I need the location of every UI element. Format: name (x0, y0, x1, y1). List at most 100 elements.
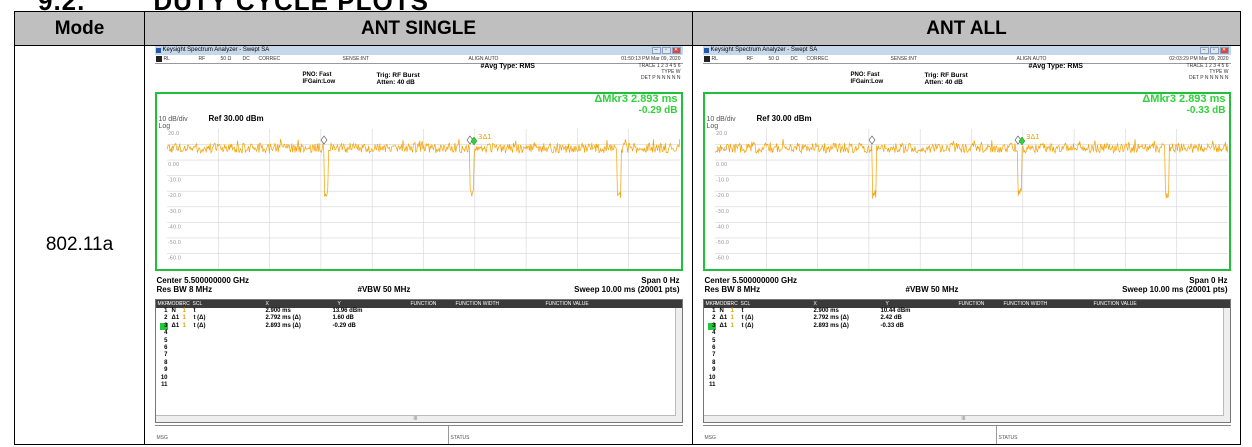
marker-number: 6 (164, 344, 168, 351)
table-row[interactable]: 7 (156, 352, 682, 359)
ifgain-label: IFGain:Low (302, 79, 336, 85)
spectrum-analyzer-ant-single: Keysight Spectrum Analyzer - Swept SA – ▫ ✕… (154, 46, 683, 444)
window-controls: – ▫ ✕ (651, 47, 681, 54)
trace-plot: 20.010.00.00-10.0-20.0-30.0-40.0-50.0-60… (714, 129, 1228, 269)
status-align: ALIGN AUTO (468, 56, 499, 62)
marker-x: 2.900 ms (813, 308, 839, 314)
status-row: RL RF 50 Ω DC CORREC SENSE:INT ALIGN AUTO 01:50… (154, 55, 683, 64)
table-row[interactable]: 8 (704, 360, 1230, 367)
marker-table-col-header: FUNCTION WIDTH (1003, 301, 1048, 307)
marker-trace: 1 (730, 308, 734, 314)
window-title: Keysight Spectrum Analyzer - Swept SA (162, 47, 270, 53)
table-row[interactable]: 2 Δ1 1 t (Δ) 2.792 ms (Δ) 2.42 dB (704, 315, 1230, 322)
table-row[interactable]: 3 Δ1 1 t (Δ) 2.893 ms (Δ) -0.33 dB (704, 322, 1230, 331)
table-row[interactable]: 4 (704, 330, 1230, 337)
marker-y: 10.44 dBm (880, 308, 911, 314)
mode-cell: 802.11a (14, 45, 145, 445)
table-row[interactable]: 7 (704, 352, 1230, 359)
marker-trace: 1 (730, 322, 734, 329)
pno-ifgain: PNO: Fast IFGain:Low (303, 72, 336, 86)
marker-table-header: MKR MODE TRC SCL X Y FUNCTION FUNCTION WIDTH FUN… (703, 300, 1230, 308)
header-ant-all: ANT ALL (692, 11, 1241, 46)
ant-all-cell: Keysight Spectrum Analyzer - Swept SA – ▫ ✕… (692, 45, 1241, 445)
marker-scale: t (Δ) (193, 322, 206, 329)
marker-table-col-header: Y (885, 301, 889, 307)
scale-label: 10 dB/div Log (707, 116, 736, 130)
msg-label: MSG (704, 435, 716, 441)
table-row[interactable]: 1 N 1 t 2.900 ms 13.96 dBm (156, 308, 682, 315)
marker-trace: 1 (182, 315, 186, 322)
sweep: Sweep 10.00 ms (20001 pts) (1122, 285, 1228, 294)
table-row[interactable]: 9 (156, 367, 682, 374)
close-icon[interactable]: ✕ (671, 47, 681, 54)
scale-label: 10 dB/div Log (159, 116, 188, 130)
table-row[interactable]: 5 (156, 338, 682, 345)
center-rbw: Center 5.500000000 GHz Res BW 8 MHz (705, 276, 798, 294)
table-row[interactable]: 3 Δ1 1 t (Δ) 2.893 ms (Δ) -0.29 dB (156, 322, 682, 331)
table-row[interactable]: 11 (704, 382, 1230, 389)
table-row[interactable]: 5 (704, 338, 1230, 345)
y-tick-label: 0.00 (716, 162, 727, 168)
table-row[interactable]: 10 (156, 375, 682, 382)
y-tick-label: -20.0 (168, 193, 181, 199)
marker-3-label: 3Δ1 (478, 133, 492, 141)
app-icon (155, 48, 161, 53)
span: Span 0 Hz (1189, 276, 1228, 285)
marker-1-diamond (320, 135, 327, 145)
marker-table-col-header: SCL (740, 301, 751, 307)
marker-number: 5 (712, 337, 716, 344)
marker-number: 8 (712, 359, 716, 366)
status-dc: DC (790, 56, 798, 62)
marker-number: 1 (164, 308, 168, 314)
table-row[interactable]: 8 (156, 360, 682, 367)
avg-type: #Avg Type: RMS (480, 63, 535, 70)
table-row[interactable]: 11 (156, 382, 682, 389)
restore-icon[interactable]: ▫ (1209, 47, 1219, 54)
msg-divider (995, 426, 997, 444)
table-row[interactable]: 6 (704, 345, 1230, 352)
marker-table-col-header: X (265, 301, 269, 307)
db-per-div: 10 dB/div (158, 116, 188, 123)
y-tick-label: 20.0 (716, 131, 727, 137)
table-row[interactable]: 9 (704, 367, 1230, 374)
table-row[interactable]: 1 N 1 t 2.900 ms 10.44 dBm (704, 308, 1230, 315)
restore-icon[interactable]: ▫ (661, 47, 671, 54)
marker-x: 2.792 ms (Δ) (265, 315, 301, 322)
status-rl: RL (163, 56, 170, 62)
marker-y: 1.60 dB (332, 315, 354, 322)
close-icon[interactable]: ✕ (1219, 47, 1229, 54)
marker-x: 2.893 ms (Δ) (265, 322, 301, 329)
vertical-scrollbar[interactable] (1222, 308, 1230, 422)
span: Span 0 Hz (641, 276, 680, 285)
marker-trace: 1 (182, 308, 186, 314)
ref-level: Ref 30.00 dBm (756, 114, 812, 123)
minimize-icon[interactable]: – (1199, 47, 1209, 54)
marker-number: 9 (712, 367, 716, 374)
y-tick-label: -20.0 (716, 193, 729, 199)
marker-x: 2.900 ms (265, 308, 291, 314)
table-row[interactable]: 4 (156, 330, 682, 337)
minimize-icon[interactable]: – (651, 47, 661, 54)
marker-table-col-header: FUNCTION WIDTH (455, 301, 500, 307)
marker-number: 4 (712, 330, 716, 337)
marker-number: 10 (708, 374, 716, 381)
status-align: ALIGN AUTO (1016, 56, 1047, 62)
table-row[interactable]: 10 (704, 375, 1230, 382)
status-dc: DC (242, 56, 250, 62)
marker-1-diamond (868, 135, 875, 145)
table-row[interactable]: 2 Δ1 1 t (Δ) 2.792 ms (Δ) 1.60 dB (156, 315, 682, 322)
vertical-scrollbar[interactable] (674, 308, 682, 422)
trig-atten: Trig: RF Burst Atten: 40 dB (925, 72, 968, 86)
table-row[interactable]: 6 (156, 345, 682, 352)
status-sense: SENSE:INT (342, 56, 369, 62)
horizontal-scrollbar[interactable]: III (703, 415, 1224, 422)
status-rf: RF (746, 56, 754, 62)
marker-scale: t (Δ) (741, 315, 754, 322)
det-line: DET P N N N N N (640, 75, 681, 81)
avg-type: #Avg Type: RMS (1028, 63, 1083, 70)
header-mode: Mode (14, 11, 145, 46)
marker-table-col-header: FUNCTION VALUE (545, 301, 589, 307)
y-tick-label: -10.0 (716, 178, 729, 184)
y-tick-label: -50.0 (168, 240, 181, 246)
horizontal-scrollbar[interactable]: III (155, 415, 676, 422)
